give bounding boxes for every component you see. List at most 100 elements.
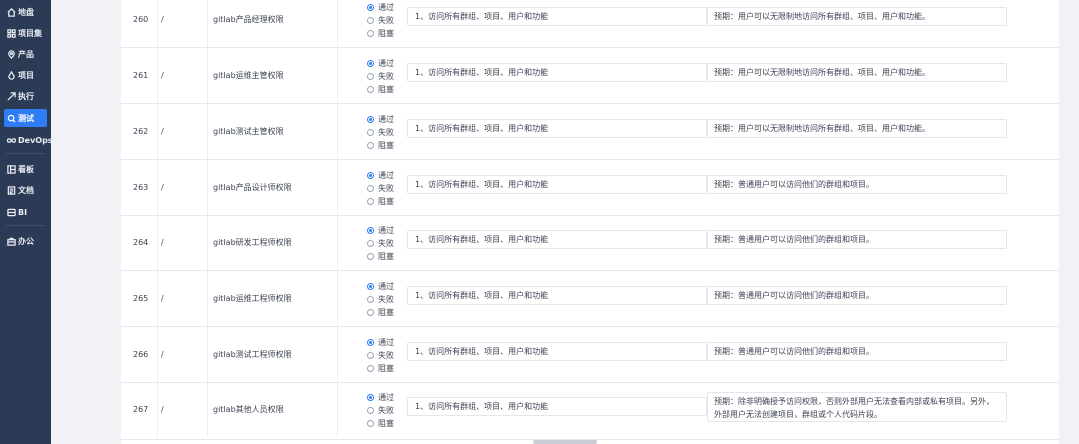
radio-icon[interactable] — [367, 185, 374, 192]
radio-label: 阻塞 — [378, 419, 394, 428]
radio-icon[interactable] — [367, 283, 374, 290]
step-description: 1、访问所有群组、项目、用户和功能 — [407, 342, 707, 361]
case-separator: / — [161, 238, 164, 247]
sidebar-item-office[interactable]: 办公 — [4, 232, 47, 250]
radio-icon[interactable] — [367, 30, 374, 37]
case-separator: / — [161, 183, 164, 192]
radio-icon[interactable] — [367, 240, 374, 247]
result-radio-option[interactable]: 失败 — [367, 404, 407, 417]
radio-icon[interactable] — [367, 227, 374, 234]
sidebar-item-product[interactable]: 产品 — [4, 45, 47, 63]
case-separator: / — [161, 350, 164, 359]
result-radio-option[interactable]: 失败 — [367, 237, 407, 250]
column-divider — [337, 382, 338, 437]
home-icon — [7, 7, 16, 17]
radio-icon[interactable] — [367, 365, 374, 372]
radio-icon[interactable] — [367, 129, 374, 136]
result-radio-option[interactable]: 阻塞 — [367, 83, 407, 96]
result-radio-option[interactable]: 失败 — [367, 293, 407, 306]
radio-icon[interactable] — [367, 253, 374, 260]
radio-label: 阻塞 — [378, 29, 394, 38]
result-radio-option[interactable]: 阻塞 — [367, 139, 407, 152]
expected-result: 预期：普通用户可以访问他们的群组和项目。 — [707, 175, 1007, 194]
radio-icon[interactable] — [367, 309, 374, 316]
radio-icon[interactable] — [367, 172, 374, 179]
radio-icon[interactable] — [367, 4, 374, 11]
result-radio-option[interactable]: 通过 — [367, 169, 407, 182]
sidebar-item-label: 执行 — [18, 91, 34, 101]
radio-label: 失败 — [378, 239, 394, 248]
result-radio-option[interactable]: 阻塞 — [367, 195, 407, 208]
radio-icon[interactable] — [367, 407, 374, 414]
result-radio-option[interactable]: 失败 — [367, 349, 407, 362]
sidebar-item-kanban[interactable]: 看板 — [4, 160, 47, 178]
result-radio-option[interactable]: 阻塞 — [367, 250, 407, 263]
case-title: gitlab其他人员权限 — [213, 405, 284, 414]
radio-icon[interactable] — [367, 60, 374, 67]
radio-label: 通过 — [378, 115, 394, 124]
doc-icon — [7, 185, 16, 195]
radio-icon[interactable] — [367, 73, 374, 80]
case-title: gitlab运维工程师权限 — [213, 294, 292, 303]
result-radio-option[interactable]: 失败 — [367, 182, 407, 195]
kanban-icon — [7, 164, 16, 174]
column-divider — [207, 0, 208, 47]
sidebar-item-test[interactable]: 测试 — [4, 109, 47, 127]
result-radio-option[interactable]: 阻塞 — [367, 306, 407, 319]
radio-label: 通过 — [378, 226, 394, 235]
column-divider — [157, 382, 158, 437]
result-radio-option[interactable]: 失败 — [367, 70, 407, 83]
sidebar-item-devops[interactable]: DevOps — [4, 131, 53, 149]
sidebar-item-label: 测试 — [18, 113, 34, 123]
step-description: 1、访问所有群组、项目、用户和功能 — [407, 175, 707, 194]
sidebar-item-label: 文档 — [18, 185, 34, 195]
table-row: 264/gitlab研发工程师权限 通过 失败 阻塞 1、访问所有群组、项目、用户和功能… — [121, 215, 1059, 271]
expected-result: 预期：用户可以无限制地访问所有群组、项目、用户和功能。 — [707, 63, 1007, 82]
radio-icon[interactable] — [367, 296, 374, 303]
radio-icon[interactable] — [367, 394, 374, 401]
result-radio-option[interactable]: 阻塞 — [367, 362, 407, 375]
radio-label: 失败 — [378, 295, 394, 304]
sidebar-item-program[interactable]: 项目集 — [4, 24, 47, 42]
result-radio-option[interactable]: 通过 — [367, 336, 407, 349]
radio-icon[interactable] — [367, 352, 374, 359]
result-radio-option[interactable]: 通过 — [367, 1, 407, 14]
result-radio-option[interactable]: 阻塞 — [367, 27, 407, 40]
radio-icon[interactable] — [367, 142, 374, 149]
result-radio-option[interactable]: 失败 — [367, 126, 407, 139]
radio-icon[interactable] — [367, 116, 374, 123]
result-radio-option[interactable]: 通过 — [367, 57, 407, 70]
result-radio-option[interactable]: 通过 — [367, 224, 407, 237]
sidebar-item-project[interactable]: 项目 — [4, 66, 47, 84]
radio-label: 失败 — [378, 128, 394, 137]
case-id: 266 — [133, 350, 149, 359]
result-radio-option[interactable]: 阻塞 — [367, 417, 407, 430]
result-radio-option[interactable]: 通过 — [367, 280, 407, 293]
horizontal-scrollbar[interactable] — [533, 440, 597, 444]
sidebar-item-label: 看板 — [18, 164, 34, 174]
radio-icon[interactable] — [367, 17, 374, 24]
radio-icon[interactable] — [367, 86, 374, 93]
expected-result: 预期：用户可以无限制地访问所有群组、项目、用户和功能。 — [707, 7, 1007, 26]
result-radio-option[interactable]: 通过 — [367, 391, 407, 404]
radio-icon[interactable] — [367, 420, 374, 427]
radio-icon[interactable] — [367, 198, 374, 205]
radio-label: 通过 — [378, 3, 394, 12]
radio-icon[interactable] — [367, 339, 374, 346]
case-title: gitlab测试工程师权限 — [213, 350, 292, 359]
radio-label: 阻塞 — [378, 85, 394, 94]
send-icon — [7, 91, 16, 101]
sidebar-item-label: DevOps — [18, 135, 53, 145]
sidebar-item-bi[interactable]: BI — [4, 203, 47, 221]
column-divider — [207, 327, 208, 382]
result-radio-option[interactable]: 失败 — [367, 14, 407, 27]
result-radio-option[interactable]: 通过 — [367, 113, 407, 126]
column-divider — [207, 215, 208, 270]
sidebar-item-doc[interactable]: 文档 — [4, 181, 47, 199]
column-divider — [207, 382, 208, 437]
sidebar-item-execution[interactable]: 执行 — [4, 87, 47, 105]
sidebar-item-label: 项目集 — [18, 28, 42, 38]
case-separator: / — [161, 405, 164, 414]
step-description: 1、访问所有群组、项目、用户和功能 — [407, 286, 707, 305]
sidebar-item-dashboard[interactable]: 地盘 — [4, 3, 47, 21]
